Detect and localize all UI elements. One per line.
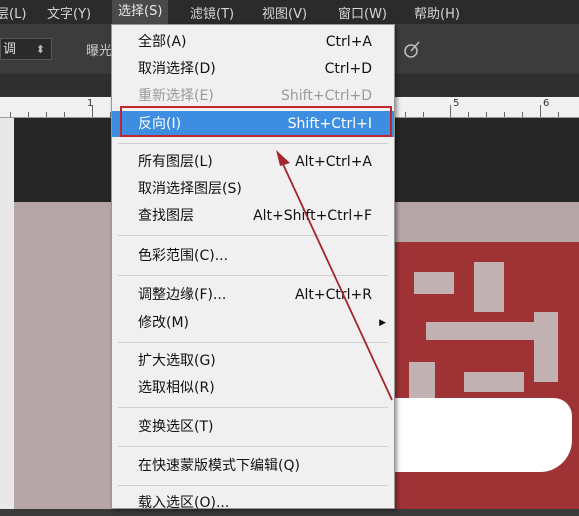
annotation-arrow — [276, 150, 393, 401]
